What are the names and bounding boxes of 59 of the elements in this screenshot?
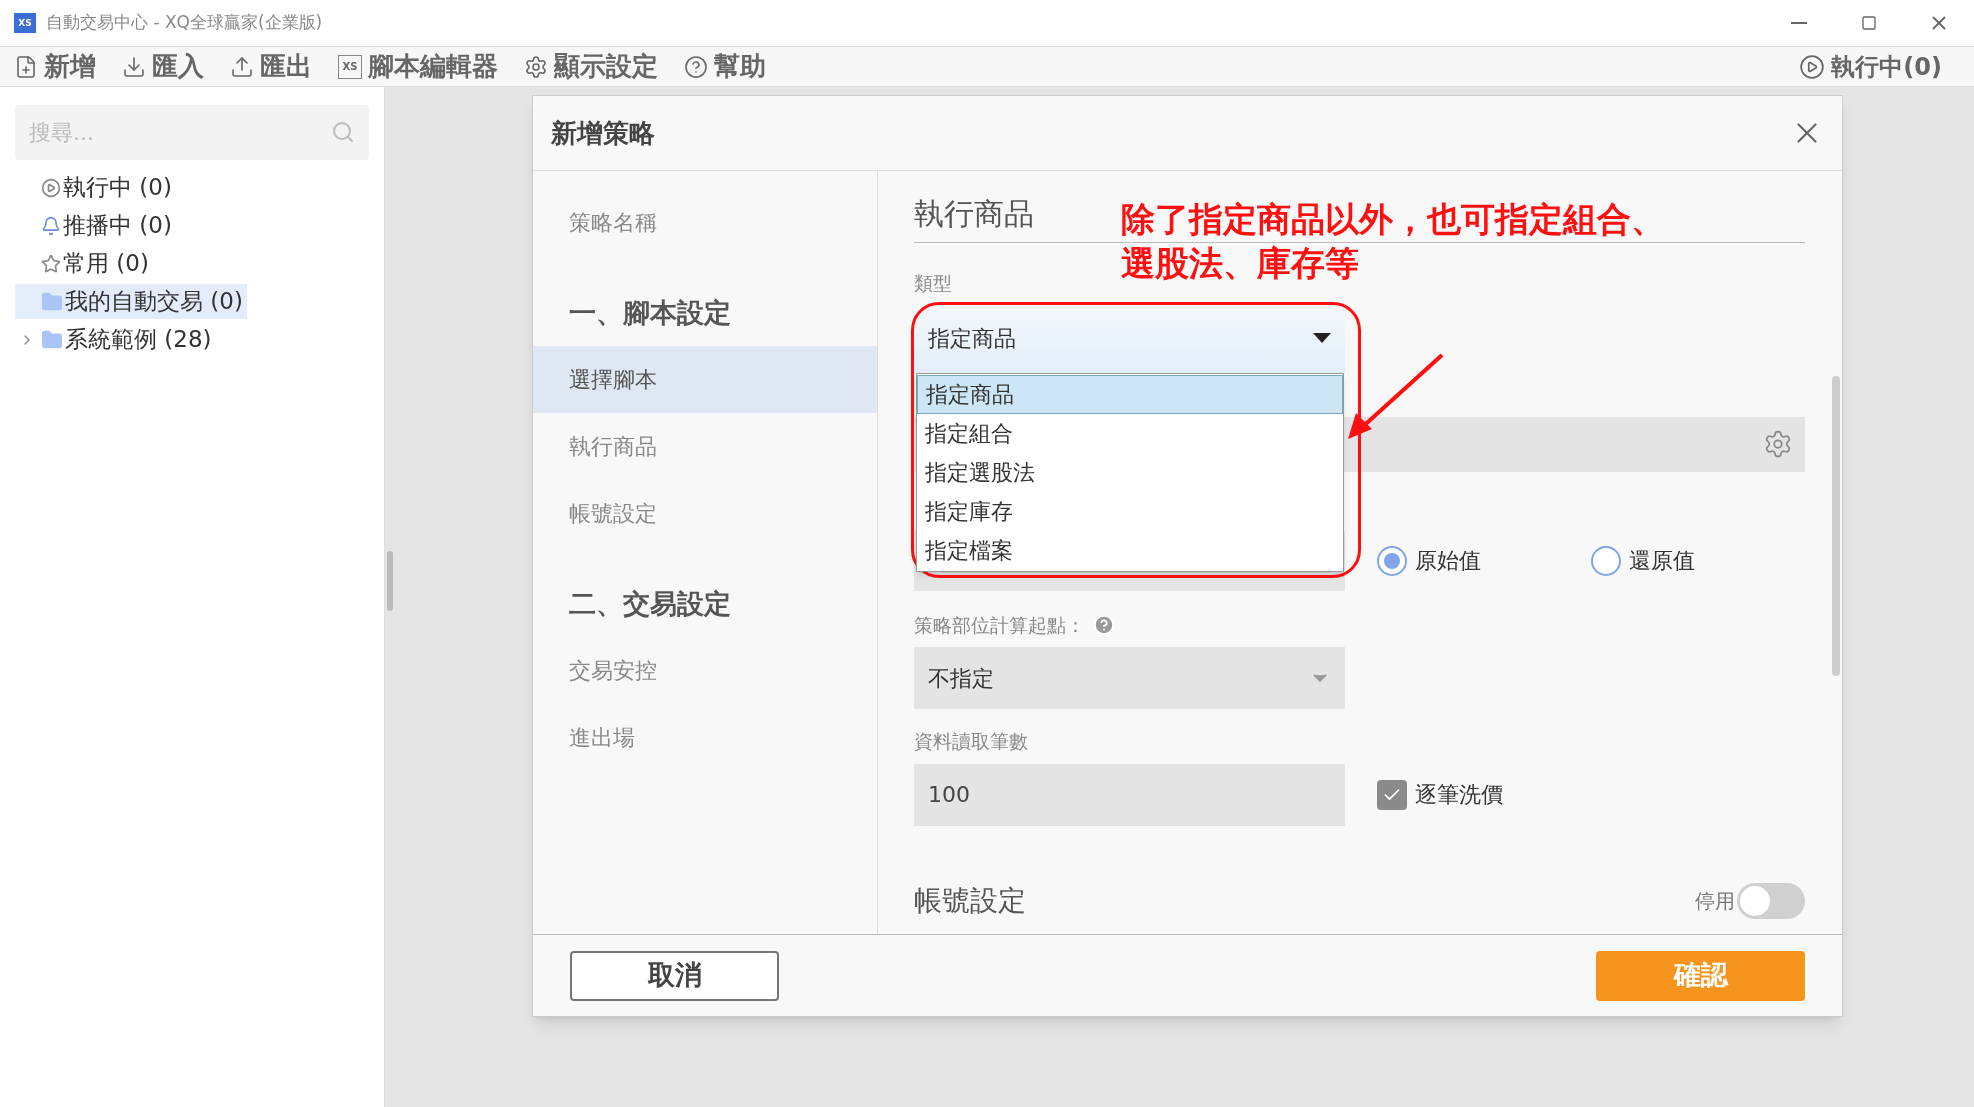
tree-item[interactable]: 推播中 (0) <box>15 208 176 243</box>
play-circle-icon <box>41 177 61 198</box>
radio-option[interactable]: 原始值 <box>1377 544 1481 577</box>
toolbar-button[interactable]: XS 腳本編輯器 <box>338 47 498 86</box>
running-status-button[interactable]: 執行中(0) <box>1799 48 1942 85</box>
radio-option[interactable]: 還原值 <box>1591 544 1695 577</box>
cancel-button[interactable]: 取消 <box>570 950 779 1001</box>
nav-section-heading[interactable]: 二、交易設定 <box>533 571 877 637</box>
help-icon[interactable] <box>1093 613 1115 636</box>
toolbar-button[interactable]: 匯出 <box>230 47 312 86</box>
nav-section-heading[interactable]: 一、腳本設定 <box>533 280 877 346</box>
toggle-label: 停用 <box>1695 887 1735 915</box>
star-icon <box>41 253 61 274</box>
toolbar-button[interactable]: 幫助 <box>684 47 766 86</box>
type-dropdown[interactable]: 指定商品 <box>914 303 1345 373</box>
bell-icon <box>41 215 61 236</box>
annotation-text: 除了指定商品以外，也可指定組合、 <box>1121 198 1665 241</box>
minimize-icon <box>1791 22 1807 24</box>
splitter-handle[interactable] <box>387 551 393 611</box>
toggle-switch[interactable] <box>1737 882 1805 919</box>
position-dropdown[interactable]: 不指定 <box>914 647 1345 709</box>
annotation-text: 選股法、庫存等 <box>1121 242 1360 285</box>
field-label: 類型 <box>914 271 952 296</box>
settings-icon <box>524 54 548 79</box>
search-field[interactable]: 搜尋... <box>15 105 369 160</box>
new-file-icon <box>14 54 38 79</box>
records-input[interactable]: 100 <box>914 763 1345 826</box>
toolbar-button[interactable]: 新增 <box>14 47 96 86</box>
upload-icon <box>230 54 254 79</box>
dropdown-option[interactable]: 指定組合 <box>917 413 1343 453</box>
scrollbar-thumb[interactable] <box>1832 376 1840 676</box>
checkbox-option[interactable]: 逐筆洗價 <box>1377 778 1503 811</box>
search-icon <box>331 120 355 144</box>
tree-item[interactable]: 常用 (0) <box>15 246 153 281</box>
field-label: 資料讀取筆數 <box>914 729 1028 754</box>
help-icon <box>684 54 708 79</box>
folder-icon <box>41 328 63 351</box>
maximize-icon <box>1861 15 1877 31</box>
editor-logo-icon: XS <box>338 54 362 79</box>
tree-item[interactable]: 我的自動交易 (0) <box>15 284 247 319</box>
dropdown-option[interactable]: 指定檔案 <box>917 530 1343 570</box>
play-circle-icon <box>1799 53 1826 80</box>
download-icon <box>122 54 146 79</box>
dropdown-option[interactable]: 指定庫存 <box>917 491 1343 531</box>
window-title: 自動交易中心 - XQ全球贏家(企業版) <box>46 11 323 35</box>
folder-icon <box>41 290 63 313</box>
toolbar-button[interactable]: 顯示設定 <box>524 47 658 86</box>
dialog-title: 新增策略 <box>551 116 655 150</box>
field-label: 策略部位計算起點： <box>914 612 1085 638</box>
app-logo-icon: XS <box>14 13 36 33</box>
dropdown-option[interactable]: 指定選股法 <box>917 452 1343 492</box>
section-title: 帳號設定 <box>914 882 1026 919</box>
tree-item[interactable]: 系統範例 (28) <box>15 322 216 357</box>
toolbar-button[interactable]: 匯入 <box>122 47 204 86</box>
nav-item[interactable]: 選擇腳本 <box>533 346 877 413</box>
tree-item[interactable]: 執行中 (0) <box>15 170 176 205</box>
caret-icon <box>1313 333 1331 343</box>
settings-icon[interactable] <box>1763 429 1793 459</box>
dropdown-option[interactable]: 指定商品 <box>917 374 1343 414</box>
